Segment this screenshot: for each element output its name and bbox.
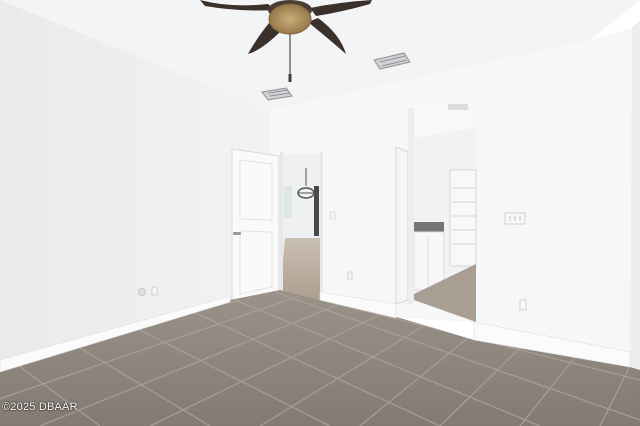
hallway-frame bbox=[280, 152, 283, 292]
vanity-cabinet bbox=[413, 231, 445, 291]
power-outlet-icon bbox=[151, 286, 158, 296]
wall-plug bbox=[138, 288, 146, 296]
vanity-counter bbox=[414, 222, 444, 232]
light-switch-icon bbox=[504, 212, 526, 225]
bathroom-frame bbox=[408, 108, 414, 304]
door-handle bbox=[233, 232, 241, 235]
room-illustration bbox=[0, 0, 640, 426]
hallway-frame-right bbox=[320, 152, 323, 302]
hallway-far-door bbox=[314, 186, 319, 236]
photo-watermark: ©2025 DBAAR bbox=[2, 401, 78, 413]
linen-shelves bbox=[449, 169, 477, 267]
power-outlet-icon bbox=[519, 299, 527, 311]
room-photo: ©2025 DBAAR bbox=[0, 0, 640, 426]
power-outlet-icon bbox=[347, 271, 353, 280]
bathroom-door bbox=[395, 146, 409, 305]
hallway-window bbox=[284, 186, 292, 218]
bathroom-vent bbox=[448, 104, 468, 110]
hallway-floor bbox=[280, 238, 320, 300]
thermostat bbox=[329, 211, 336, 220]
